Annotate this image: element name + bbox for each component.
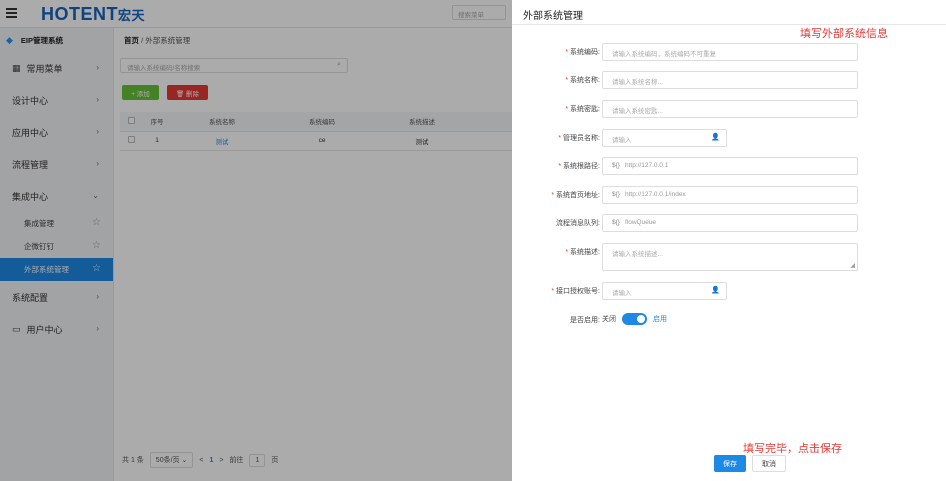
field-auth-account: * 接口授权账号: 请输入 👤 xyxy=(512,282,946,300)
user-picker-icon[interactable]: 👤 xyxy=(711,133,720,141)
field-root-path: * 系统根路径: ${} http://127.0.0.1 xyxy=(512,157,946,175)
auth-account-input[interactable]: 请输入 👤 xyxy=(602,282,727,300)
variable-icon: ${} xyxy=(612,162,620,169)
field-flow-queue: 流程消息队列: ${} flowQueue xyxy=(512,214,946,232)
system-code-input[interactable]: 请输入系统编码，系统编码不可重复 xyxy=(602,43,858,61)
save-button[interactable]: 保存 xyxy=(714,455,746,472)
user-picker-icon[interactable]: 👤 xyxy=(711,286,720,294)
system-secret-input[interactable]: 请输入系统密匙... xyxy=(602,100,858,118)
drawer-title: 外部系统管理 xyxy=(523,11,583,22)
switch-knob xyxy=(637,315,645,323)
home-url-input[interactable]: ${} http://127.0.0.1/index xyxy=(602,186,858,204)
variable-icon: ${} xyxy=(612,219,620,226)
field-home-url: * 系统首页地址: ${} http://127.0.0.1/index xyxy=(512,186,946,204)
annotation-click-save: 填写完毕，点击保存 xyxy=(743,443,842,455)
admin-name-input[interactable]: 请输入 👤 xyxy=(602,129,727,147)
field-enabled: 是否启用: 关闭 启用 xyxy=(512,311,946,329)
flow-queue-input[interactable]: ${} flowQueue xyxy=(602,214,858,232)
variable-icon: ${} xyxy=(612,191,620,198)
enabled-switch[interactable] xyxy=(622,313,647,325)
field-system-name: * 系统名称: 请输入系统名称... xyxy=(512,71,946,89)
annotation-fill-info: 填写外部系统信息 xyxy=(800,28,888,40)
system-name-input[interactable]: 请输入系统名称... xyxy=(602,71,858,89)
field-system-desc: * 系统描述: 请输入系统描述... ◢ xyxy=(512,243,946,271)
external-system-drawer: 外部系统管理 填写外部系统信息 * 系统编码: 请输入系统编码，系统编码不可重复 … xyxy=(512,0,946,481)
toggle-off-label[interactable]: 关闭 xyxy=(602,314,616,324)
root-path-input[interactable]: ${} http://127.0.0.1 xyxy=(602,157,858,175)
field-system-code: * 系统编码: 请输入系统编码，系统编码不可重复 xyxy=(512,43,946,61)
modal-overlay[interactable] xyxy=(0,0,512,481)
toggle-on-label[interactable]: 启用 xyxy=(653,314,667,324)
resize-handle-icon[interactable]: ◢ xyxy=(850,262,855,269)
cancel-button[interactable]: 取消 xyxy=(752,455,786,472)
field-system-secret: * 系统密匙: 请输入系统密匙... xyxy=(512,100,946,118)
field-admin-name: * 管理员名称: 请输入 👤 xyxy=(512,129,946,147)
system-desc-textarea[interactable]: 请输入系统描述... ◢ xyxy=(602,243,858,271)
